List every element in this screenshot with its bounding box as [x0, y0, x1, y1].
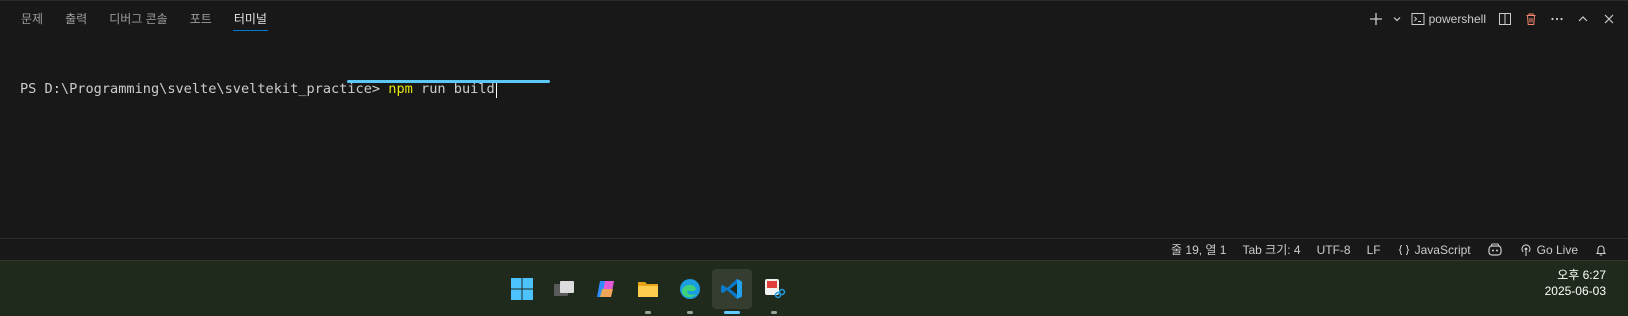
trash-icon — [1526, 13, 1536, 25]
screen: 문제 출력 디버그 콘솔 포트 터미널 powershell PS D:\Pro… — [0, 0, 1628, 316]
status-eol-label: LF — [1366, 242, 1381, 257]
status-encoding[interactable]: UTF-8 — [1309, 239, 1359, 261]
tab-debug-console[interactable]: 디버그 콘솔 — [98, 1, 179, 37]
edge-button[interactable] — [670, 269, 710, 314]
tab-ports[interactable]: 포트 — [179, 1, 223, 37]
running-indicator — [771, 311, 777, 314]
start-button[interactable] — [502, 269, 542, 309]
split-icon — [1499, 13, 1511, 25]
windows-taskbar: 오후 6:27 2025-06-03 — [0, 260, 1628, 316]
status-language[interactable]: JavaScript — [1389, 239, 1479, 261]
task-view-button[interactable] — [544, 269, 584, 309]
kill-terminal-button[interactable] — [1520, 8, 1542, 30]
status-tab-size-label: Tab 크기: 4 — [1242, 243, 1301, 257]
copilot-app-icon — [597, 281, 614, 297]
status-encoding-label: UTF-8 — [1316, 242, 1351, 257]
status-bar: 줄 19, 열 1 Tab 크기: 4 UTF-8 LF JavaScript … — [0, 238, 1628, 260]
start-icon — [511, 278, 533, 300]
status-cursor-position[interactable]: 줄 19, 열 1 — [1163, 239, 1234, 261]
taskbar-apps — [502, 261, 794, 316]
close-icon — [1604, 14, 1614, 24]
tab-output[interactable]: 출력 — [54, 1, 98, 37]
terminal-dropdown-button[interactable] — [1391, 8, 1403, 30]
terminal-prompt: PS D:\Programming\svelte\sveltekit_pract… — [20, 81, 389, 97]
vscode-button[interactable] — [712, 269, 752, 314]
panel-tabs: 문제 출력 디버그 콘솔 포트 터미널 — [10, 1, 278, 37]
terminal-panel: 문제 출력 디버그 콘솔 포트 터미널 powershell PS D:\Pro… — [0, 0, 1628, 248]
terminal-line: PS D:\Programming\svelte\sveltekit_pract… — [20, 79, 1608, 99]
status-golive-label: Go Live — [1536, 242, 1578, 257]
tab-problems[interactable]: 문제 — [10, 1, 54, 37]
status-eol[interactable]: LF — [1359, 239, 1389, 261]
status-language-label: JavaScript — [1414, 242, 1471, 257]
snipping-tool-button[interactable] — [754, 269, 794, 314]
status-notifications[interactable] — [1586, 239, 1616, 261]
folder-icon — [638, 282, 658, 297]
status-copilot[interactable] — [1479, 239, 1511, 261]
clock-time: 오후 6:27 — [1557, 268, 1606, 282]
new-terminal-button[interactable] — [1365, 8, 1387, 30]
chevron-up-icon — [1578, 16, 1588, 22]
copilot-button[interactable] — [586, 269, 626, 309]
braces-icon — [1398, 244, 1409, 255]
close-panel-button[interactable] — [1598, 8, 1620, 30]
snipping-tool-icon — [765, 279, 786, 299]
bell-icon — [1595, 245, 1607, 256]
edge-icon — [680, 279, 700, 299]
tab-terminal[interactable]: 터미널 — [223, 1, 278, 37]
status-cursor-position-label: 줄 19, 열 1 — [1171, 243, 1227, 257]
terminal-profile-button[interactable]: powershell — [1407, 8, 1490, 30]
more-actions-button[interactable] — [1546, 8, 1568, 30]
running-indicator — [724, 311, 740, 314]
file-explorer-button[interactable] — [628, 269, 668, 314]
highlight-underline — [347, 80, 550, 83]
broadcast-icon — [1521, 243, 1531, 256]
split-terminal-button[interactable] — [1494, 8, 1516, 30]
vscode-icon — [721, 279, 742, 299]
panel-actions: powershell — [1365, 1, 1620, 37]
terminal-icon — [1411, 13, 1425, 25]
status-tab-size[interactable]: Tab 크기: 4 — [1234, 239, 1308, 261]
maximize-panel-button[interactable] — [1572, 8, 1594, 30]
ellipsis-icon — [1551, 17, 1563, 21]
copilot-icon — [1488, 243, 1502, 256]
terminal-output[interactable]: PS D:\Programming\svelte\sveltekit_pract… — [20, 47, 1608, 227]
running-indicator — [645, 311, 651, 314]
terminal-profile-label: powershell — [1428, 12, 1486, 26]
task-view-icon — [554, 281, 574, 296]
running-indicator — [687, 311, 693, 314]
chevron-down-icon — [1393, 17, 1401, 22]
terminal-cursor — [495, 80, 497, 98]
status-golive[interactable]: Go Live — [1511, 239, 1586, 261]
system-clock[interactable]: 오후 6:27 2025-06-03 — [1545, 267, 1606, 299]
clock-date: 2025-06-03 — [1544, 284, 1606, 298]
plus-icon — [1369, 13, 1382, 25]
